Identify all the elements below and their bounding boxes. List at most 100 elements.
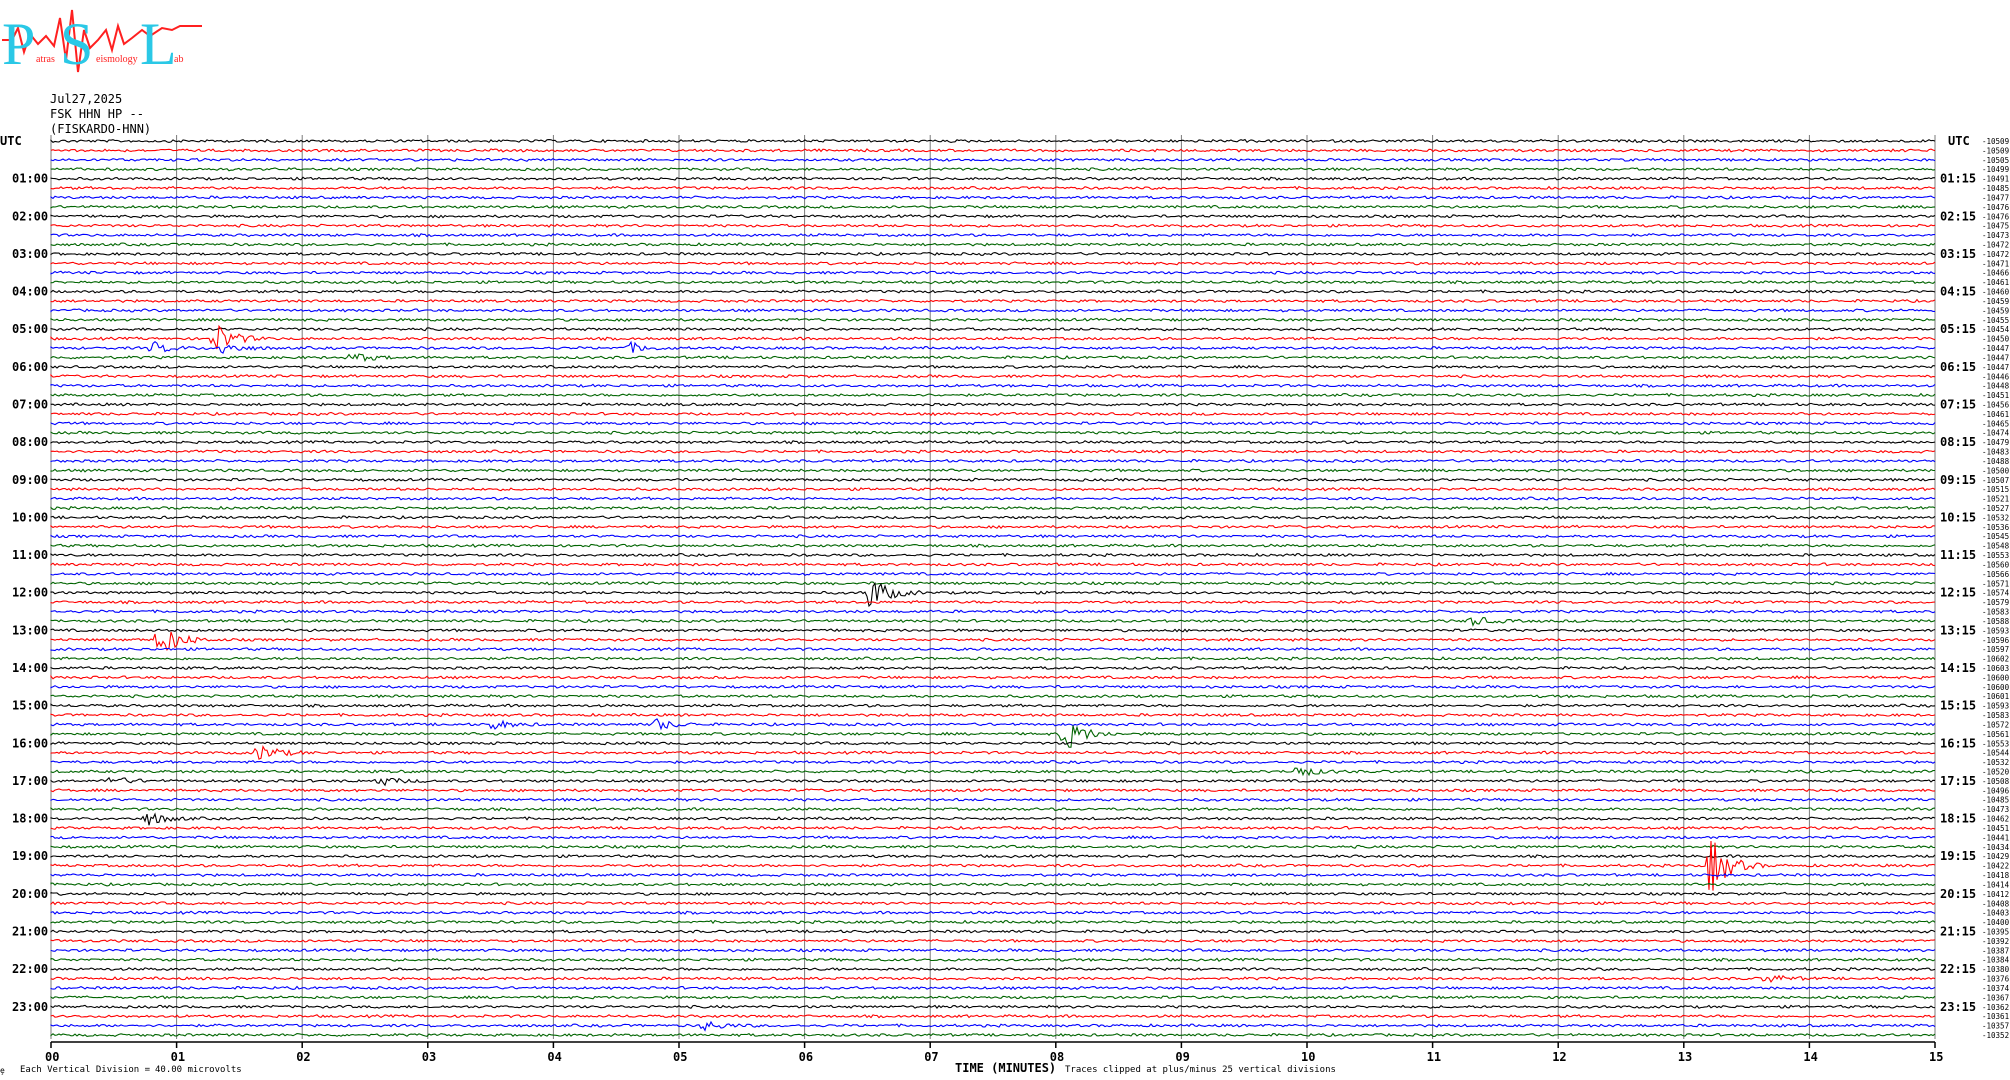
hour-label-left: 18:00 <box>12 812 48 826</box>
trace-offset-value: -10451 <box>1982 391 2009 400</box>
hour-label-left: 21:00 <box>12 924 48 938</box>
seismogram-trace <box>50 901 1936 906</box>
time-axis-tick-label: 15 <box>1929 1050 1943 1064</box>
trace-offset-value: -10446 <box>1982 372 2010 381</box>
hour-label-right: 10:15 <box>1940 510 1976 524</box>
hour-label-right: 23:15 <box>1940 1000 1976 1014</box>
trace-offset-value: -10505 <box>1982 156 2009 165</box>
time-axis-tick-label: 01 <box>171 1050 185 1064</box>
seismogram-trace <box>50 289 1936 294</box>
time-axis-tick-label: 11 <box>1427 1050 1441 1064</box>
seismogram-trace <box>50 844 1935 850</box>
seismogram-trace <box>50 364 1936 370</box>
hour-label-left: 01:00 <box>12 172 48 186</box>
time-axis-tick-label: 07 <box>924 1050 938 1064</box>
trace-offset-value: -10447 <box>1982 344 2009 353</box>
hour-label-right: 11:15 <box>1940 548 1976 562</box>
seismogram-trace <box>50 477 1936 482</box>
seismogram-trace <box>50 891 1936 897</box>
seismogram-trace <box>50 797 1936 802</box>
hour-label-left: 07:00 <box>12 397 48 411</box>
seismogram-trace <box>50 505 1936 511</box>
trace-offset-value: -10477 <box>1982 193 2009 202</box>
hour-label-right: 04:15 <box>1940 285 1976 299</box>
trace-offset-value: -10434 <box>1982 843 2010 852</box>
seismogram-trace <box>50 840 1936 891</box>
trace-offset-value: -10466 <box>1982 269 2010 278</box>
trace-offset-value: -10454 <box>1982 325 2010 334</box>
trace-offset-value: -10474 <box>1982 429 2010 438</box>
seismogram-trace <box>50 938 1936 944</box>
seismogram-trace <box>50 599 1936 605</box>
hour-label-left: 12:00 <box>12 586 48 600</box>
hour-label-left: 15:00 <box>12 699 48 713</box>
trace-offset-value: -10596 <box>1982 636 2010 645</box>
seismogram-trace <box>50 204 1936 210</box>
trace-offset-value: -10602 <box>1982 655 2009 664</box>
seismogram-trace <box>50 985 1936 991</box>
trace-offset-value: -10499 <box>1982 165 2009 174</box>
trace-offset-value: -10600 <box>1982 683 2010 692</box>
trace-offset-value: -10395 <box>1982 927 2009 936</box>
trace-offset-value: -10392 <box>1982 937 2009 946</box>
seismogram-trace <box>50 718 1936 731</box>
trace-offset-value: -10532 <box>1982 513 2009 522</box>
seismogram-trace <box>50 195 1936 200</box>
seismogram-trace <box>50 232 1935 238</box>
seismogram-trace <box>50 854 1936 859</box>
trace-offset-value: -10441 <box>1982 833 2009 842</box>
trace-offset-value: -10544 <box>1982 749 2010 758</box>
hour-label-left: 02:00 <box>12 209 48 223</box>
seismogram-trace <box>50 882 1936 887</box>
trace-offset-value: -10560 <box>1982 560 2010 569</box>
seismogram-trace <box>50 543 1936 548</box>
trace-offset-value: -10448 <box>1982 382 2010 391</box>
time-axis-tick-label: 09 <box>1175 1050 1189 1064</box>
seismogram-trace <box>50 919 1936 925</box>
seismogram-trace <box>50 270 1936 275</box>
seismogram-trace <box>50 974 1936 983</box>
hour-label-left: 10:00 <box>12 510 48 524</box>
seismogram-trace <box>50 402 1936 407</box>
trace-offset-value: -10357 <box>1982 1022 2009 1031</box>
seismogram-trace <box>50 712 1936 718</box>
footer-scale-value: 40.00 microvolts <box>155 1065 242 1075</box>
seismogram-trace <box>50 411 1936 417</box>
hour-label-left: 22:00 <box>12 962 48 976</box>
hour-label-right: 05:15 <box>1940 322 1976 336</box>
trace-offset-value: -10403 <box>1982 909 2009 918</box>
trace-offset-value: -10545 <box>1982 532 2009 541</box>
hour-label-right: 19:15 <box>1940 849 1976 863</box>
trace-offset-value: -10521 <box>1982 495 2009 504</box>
time-axis-tick-label: 10 <box>1301 1050 1315 1064</box>
hour-label-left: 03:00 <box>12 247 48 261</box>
seismogram-trace <box>50 929 1936 934</box>
trace-offset-value: -10408 <box>1982 899 2010 908</box>
trace-offset-value: -10451 <box>1982 824 2009 833</box>
hour-label-right: 21:15 <box>1940 924 1976 938</box>
seismogram-trace <box>50 487 1936 492</box>
trace-offset-value: -10476 <box>1982 203 2010 212</box>
hour-label-left: 20:00 <box>12 887 48 901</box>
hour-label-right: 08:15 <box>1940 435 1976 449</box>
trace-offset-value: -10527 <box>1982 504 2009 513</box>
hour-label-left: 05:00 <box>12 322 48 336</box>
trace-offset-value: -10471 <box>1982 259 2009 268</box>
trace-offset-value: -10384 <box>1982 956 2010 965</box>
seismogram-trace <box>50 628 1936 633</box>
trace-offset-value: -10429 <box>1982 852 2009 861</box>
trace-offset-value: -10422 <box>1982 862 2009 871</box>
seismogram-trace <box>50 340 1936 354</box>
trace-offset-value: -10473 <box>1982 805 2009 814</box>
seismogram-trace <box>50 524 1936 530</box>
seismogram-trace <box>50 767 1936 777</box>
trace-offset-value: -10472 <box>1982 250 2009 259</box>
footer-clip-note: Traces clipped at plus/minus 25 vertical… <box>1065 1065 1336 1075</box>
seismogram-trace <box>50 373 1936 379</box>
seismogram-trace <box>50 430 1936 435</box>
seismogram-trace <box>50 185 1936 191</box>
seismogram-trace <box>50 948 1936 953</box>
trace-offset-value: -10479 <box>1982 438 2009 447</box>
trace-offset-value: -10462 <box>1982 815 2009 824</box>
seismogram-trace <box>50 759 1936 765</box>
